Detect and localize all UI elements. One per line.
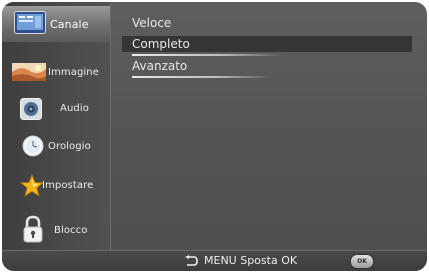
ok-button-icon: OK [350,254,374,269]
sidebar-item-immagine[interactable]: Immagine [2,54,110,90]
option-avanzato[interactable]: Avanzato [122,58,412,74]
option-label: Avanzato [132,59,188,73]
option-underline [132,54,282,56]
sidebar-item-label: Orologio [48,140,91,152]
sidebar-item-audio[interactable]: Audio [2,90,110,126]
footer-hint-text: MENU Sposta OK [204,254,298,267]
sidebar-item-impostare[interactable]: Impostare [2,167,110,203]
clock-icon [22,135,44,157]
tv-icon [14,11,46,34]
tv-osd-menu: Canale Immagine Audio Orologio Impostare… [2,2,427,271]
footer-hint-bar: MENU Sposta OK OK [2,250,427,271]
option-label: Completo [132,37,190,51]
lock-icon [23,215,43,243]
picture-icon [12,63,46,81]
option-completo[interactable]: Completo [122,36,412,52]
sidebar-item-label: Immagine [48,66,99,78]
option-veloce[interactable]: Veloce [122,15,412,31]
sidebar-item-canale[interactable]: Canale [2,6,110,42]
option-underline [132,76,272,78]
sidebar-item-label: Impostare [42,179,94,191]
star-icon [20,174,44,197]
sidebar: Canale Immagine Audio Orologio Impostare… [2,2,110,250]
sidebar-item-label: Canale [50,17,89,31]
sidebar-item-orologio[interactable]: Orologio [2,128,110,164]
options-panel: Veloce Completo Avanzato [112,2,427,250]
sidebar-item-blocco[interactable]: Blocco [2,212,110,248]
sidebar-divider [110,2,111,250]
return-arrow-icon [185,255,198,266]
sidebar-item-label: Audio [60,102,89,114]
speaker-icon [20,98,42,120]
option-label: Veloce [132,16,172,30]
sidebar-item-label: Blocco [54,224,88,236]
